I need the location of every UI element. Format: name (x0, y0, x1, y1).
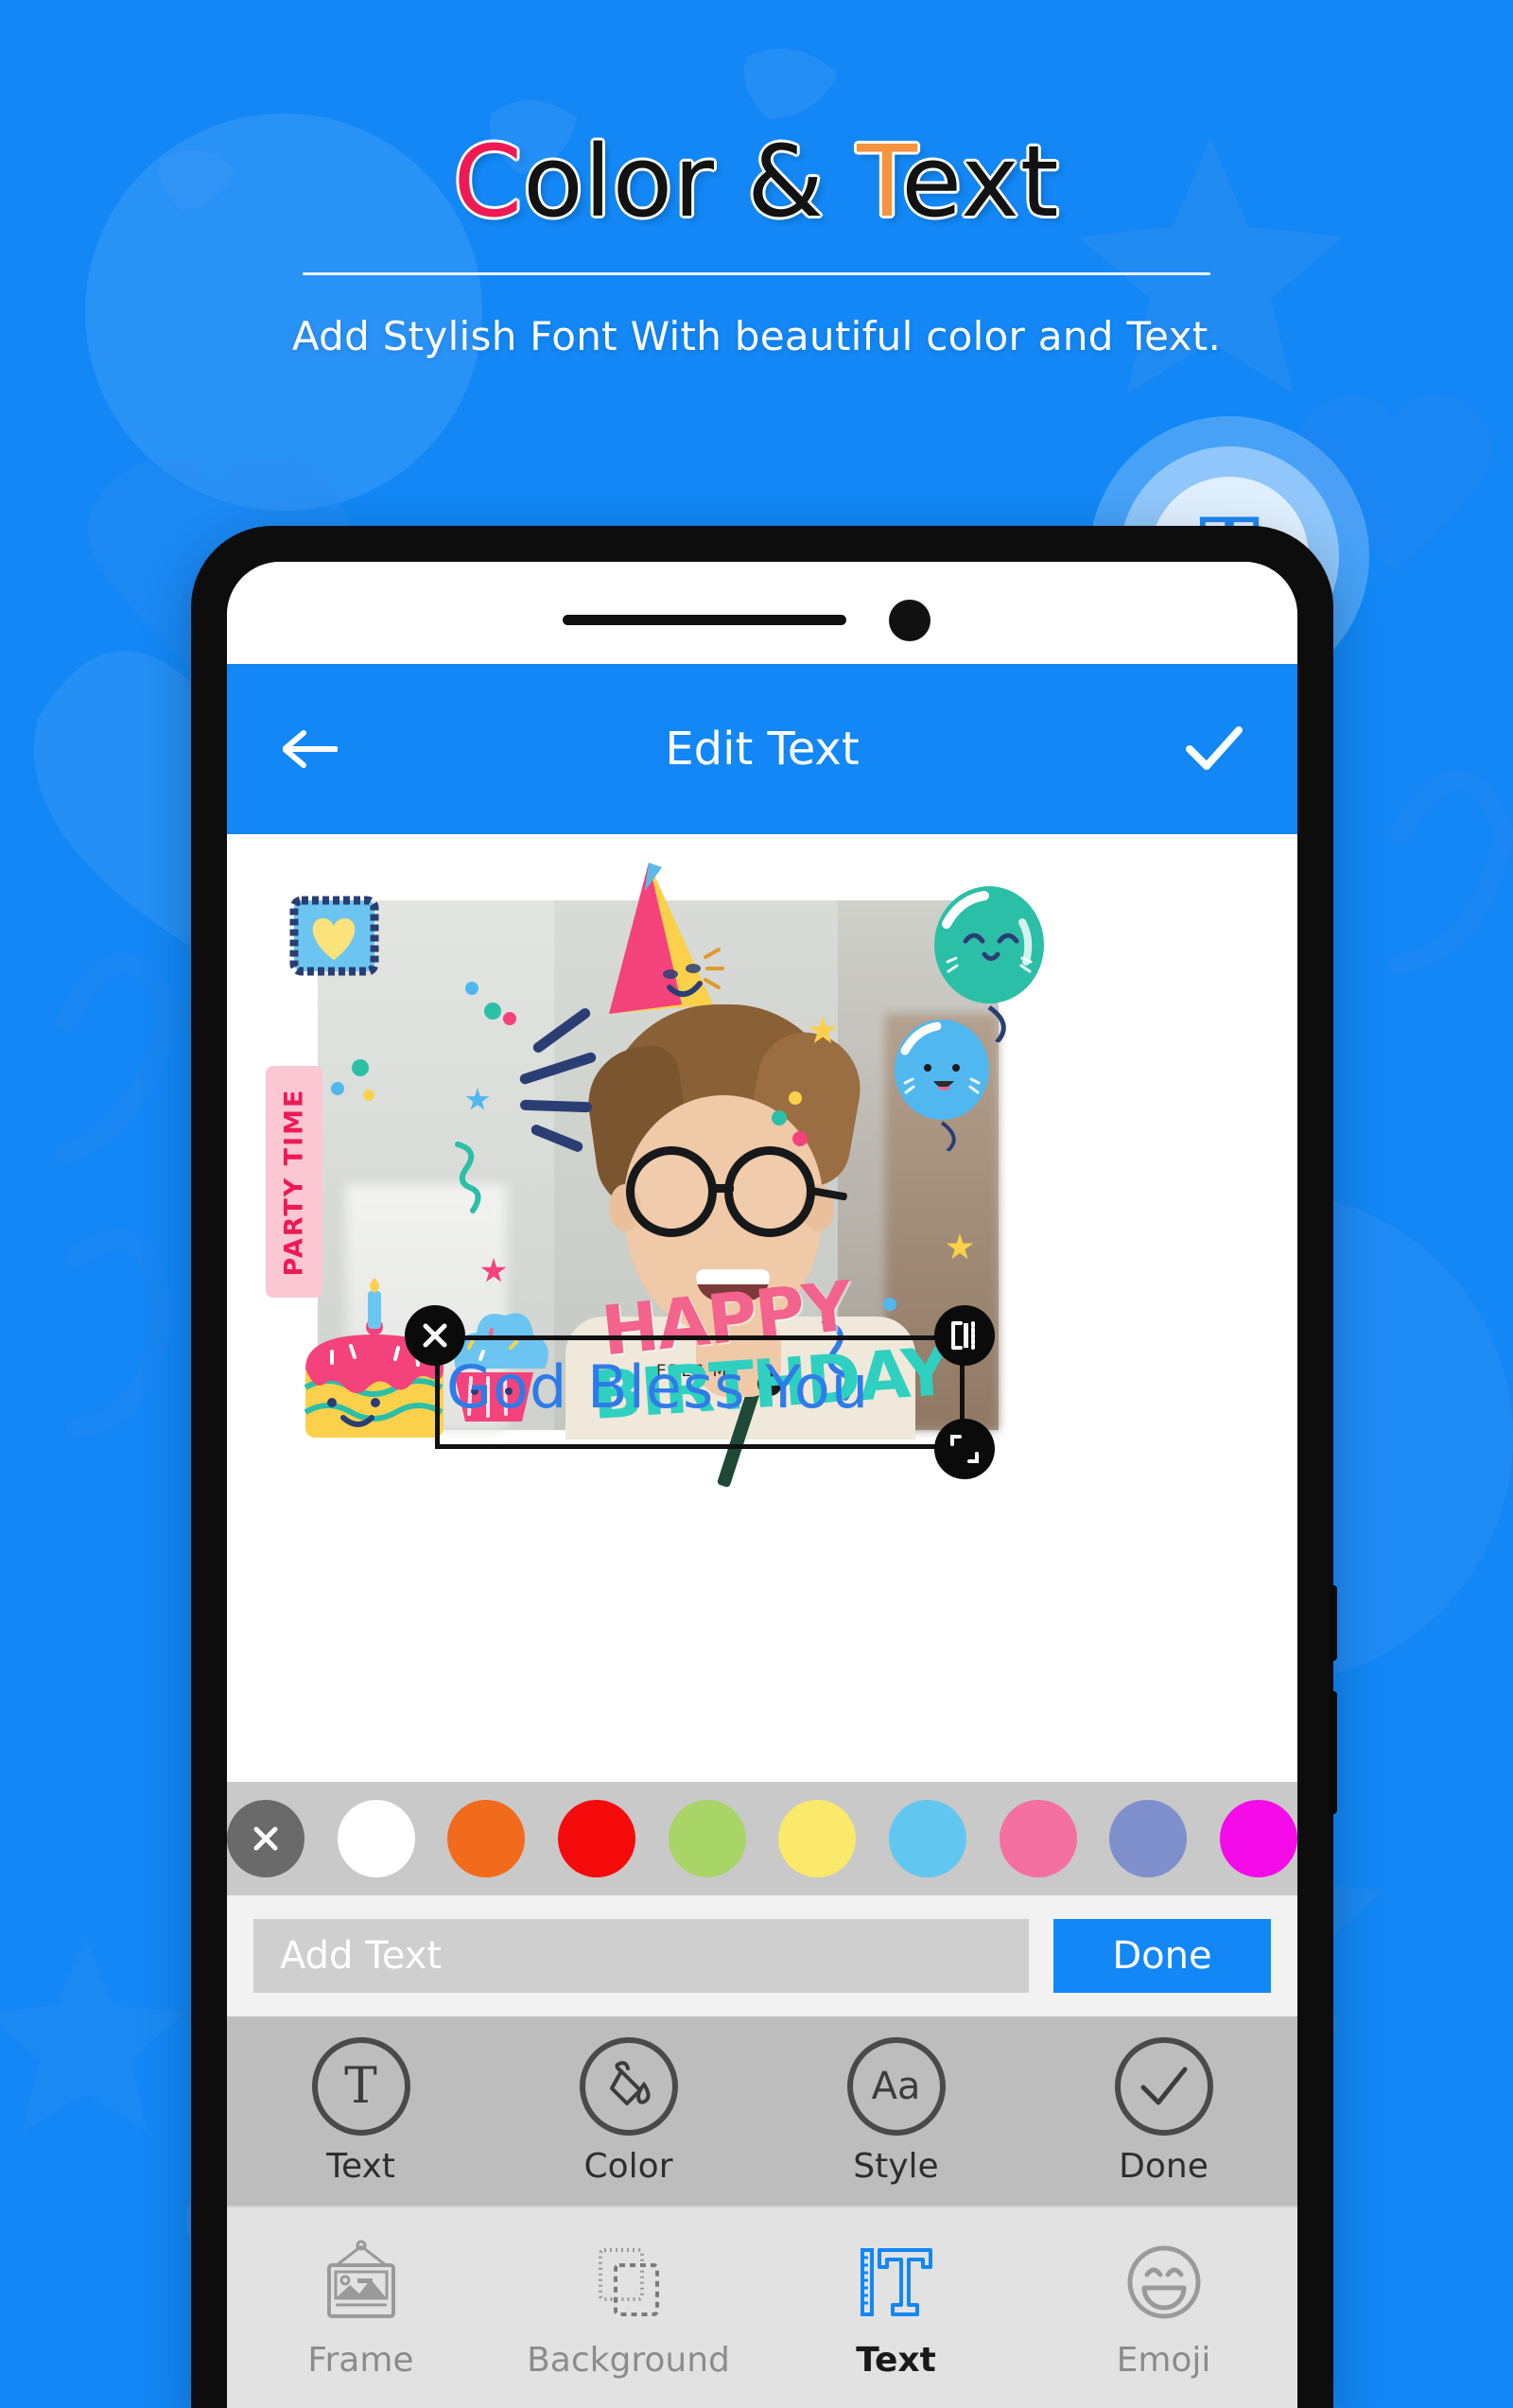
title-part-ampersand: & (747, 124, 826, 239)
check-glyph (1140, 2067, 1187, 2104)
confetti-dot (331, 1082, 344, 1095)
arrow-left-icon (283, 730, 338, 768)
color-swatch-none[interactable] (227, 1800, 304, 1877)
party-time-label: PARTY TIME (279, 1088, 309, 1276)
phone-screen: Edit Text ERES MI PARTY TIME HAPPY BIRTH… (227, 562, 1297, 2408)
tool-style[interactable]: Aa Style (802, 2036, 991, 2186)
sticker-heart-frame (289, 896, 379, 976)
page-title: Color & Text (0, 132, 1513, 231)
tool-color[interactable]: Color (534, 2036, 723, 2186)
paint-bucket-glyph (609, 2060, 651, 2105)
confetti-dot (465, 982, 478, 995)
app-bar-title: Edit Text (665, 723, 860, 776)
confetti-dot (792, 1131, 808, 1146)
title-part-c: C (453, 124, 524, 239)
color-swatch-red[interactable] (557, 1800, 635, 1877)
close-icon (253, 1826, 278, 1851)
layers-icon (598, 2247, 659, 2316)
confetti-dot (363, 1090, 374, 1101)
boy-glasses-left (626, 1146, 717, 1237)
color-swatch-periwinkle[interactable] (1109, 1800, 1188, 1877)
overlay-text[interactable]: God Bless You (446, 1352, 869, 1422)
confetti-dot (789, 1091, 802, 1105)
color-swatch-yellow[interactable] (778, 1800, 857, 1877)
confetti-dot (772, 1110, 787, 1125)
add-text-input[interactable] (253, 1919, 1029, 1993)
confetti-dot (484, 1003, 501, 1020)
color-swatch-pink[interactable] (999, 1800, 1077, 1877)
color-swatch-magenta[interactable] (1219, 1800, 1297, 1877)
picture-frame-icon (326, 2240, 395, 2318)
check-icon (1186, 726, 1243, 770)
text-tool-row: T Text Color Aa Style Done (227, 2016, 1297, 2206)
tool-color-label: Color (583, 2146, 673, 2186)
nav-label-frame: Frame (307, 2340, 414, 2380)
color-swatch-white[interactable] (337, 1800, 415, 1877)
text-t-icon: T (311, 2036, 410, 2136)
confetti-dot (883, 1298, 896, 1311)
phone-volume-up-button (1329, 1585, 1337, 1661)
nav-item-emoji[interactable]: Emoji (1046, 2237, 1282, 2380)
edit-handle-icon (951, 1321, 975, 1350)
phone-camera-icon (889, 600, 930, 641)
resize-text-handle[interactable] (934, 1419, 995, 1479)
nav-label-text: Text (856, 2340, 936, 2380)
bottom-navigation: Frame Background Text Emoji (227, 2206, 1297, 2408)
phone-speaker (563, 615, 846, 625)
text-ruler-icon (860, 2247, 932, 2316)
tool-text-label: Text (326, 2146, 395, 2186)
check-circle-icon (1114, 2036, 1213, 2136)
tool-done[interactable]: Done (1070, 2036, 1259, 2186)
phone-volume-down-button (1329, 1691, 1337, 1814)
confirm-button[interactable] (1176, 711, 1252, 787)
title-part-ext: ext (901, 124, 1060, 239)
smiley-icon (1127, 2245, 1200, 2318)
delete-text-handle[interactable] (405, 1305, 465, 1366)
paint-bucket-icon (579, 2036, 678, 2136)
tool-style-label: Style (853, 2146, 939, 2186)
boy-glasses-bridge (713, 1184, 734, 1193)
sticker-party-hat (609, 863, 724, 1014)
nav-label-background: Background (527, 2340, 730, 2380)
font-style-aa-icon: Aa (846, 2036, 946, 2136)
title-divider (303, 272, 1210, 275)
nav-label-emoji: Emoji (1116, 2340, 1211, 2380)
phone-notch (227, 562, 1297, 664)
app-container: Edit Text ERES MI PARTY TIME HAPPY BIRTH… (227, 664, 1297, 2408)
close-icon (423, 1323, 447, 1348)
sticker-balloon-blue (895, 1020, 989, 1151)
color-swatch-light-blue[interactable] (888, 1800, 966, 1877)
confetti-dot (352, 1059, 369, 1076)
color-palette[interactable] (227, 1782, 1297, 1895)
title-part-t: T (857, 124, 902, 239)
tool-text[interactable]: T Text (267, 2036, 456, 2186)
title-part-olor: olor (523, 124, 748, 239)
text-input-row: Done (227, 1895, 1297, 2016)
color-swatch-orange[interactable] (447, 1800, 526, 1877)
color-swatch-light-green[interactable] (668, 1800, 746, 1877)
done-button[interactable]: Done (1053, 1919, 1271, 1993)
nav-item-text[interactable]: Text (778, 2237, 1015, 2380)
phone-mockup: Edit Text ERES MI PARTY TIME HAPPY BIRTH… (191, 526, 1337, 2408)
edit-text-handle[interactable] (934, 1305, 995, 1366)
boy-glasses-right (724, 1146, 815, 1237)
title-part-space (825, 124, 857, 239)
promo-header: Color & Text Add Stylish Font With beaut… (0, 0, 1513, 359)
resize-handle-icon (950, 1435, 979, 1463)
back-button[interactable] (272, 711, 348, 787)
edit-canvas[interactable]: ERES MI PARTY TIME HAPPY BIRTHDAY God Bl… (227, 834, 1297, 1895)
app-bar: Edit Text (227, 664, 1297, 834)
confetti-dot (503, 1012, 516, 1025)
nav-item-background[interactable]: Background (511, 2237, 747, 2380)
nav-item-frame[interactable]: Frame (243, 2237, 479, 2380)
doodle-swirl (455, 1142, 481, 1213)
page-subtitle: Add Stylish Font With beautiful color an… (291, 313, 1222, 359)
tool-done-label: Done (1119, 2146, 1209, 2186)
sticker-party-time: PARTY TIME (266, 1066, 322, 1298)
